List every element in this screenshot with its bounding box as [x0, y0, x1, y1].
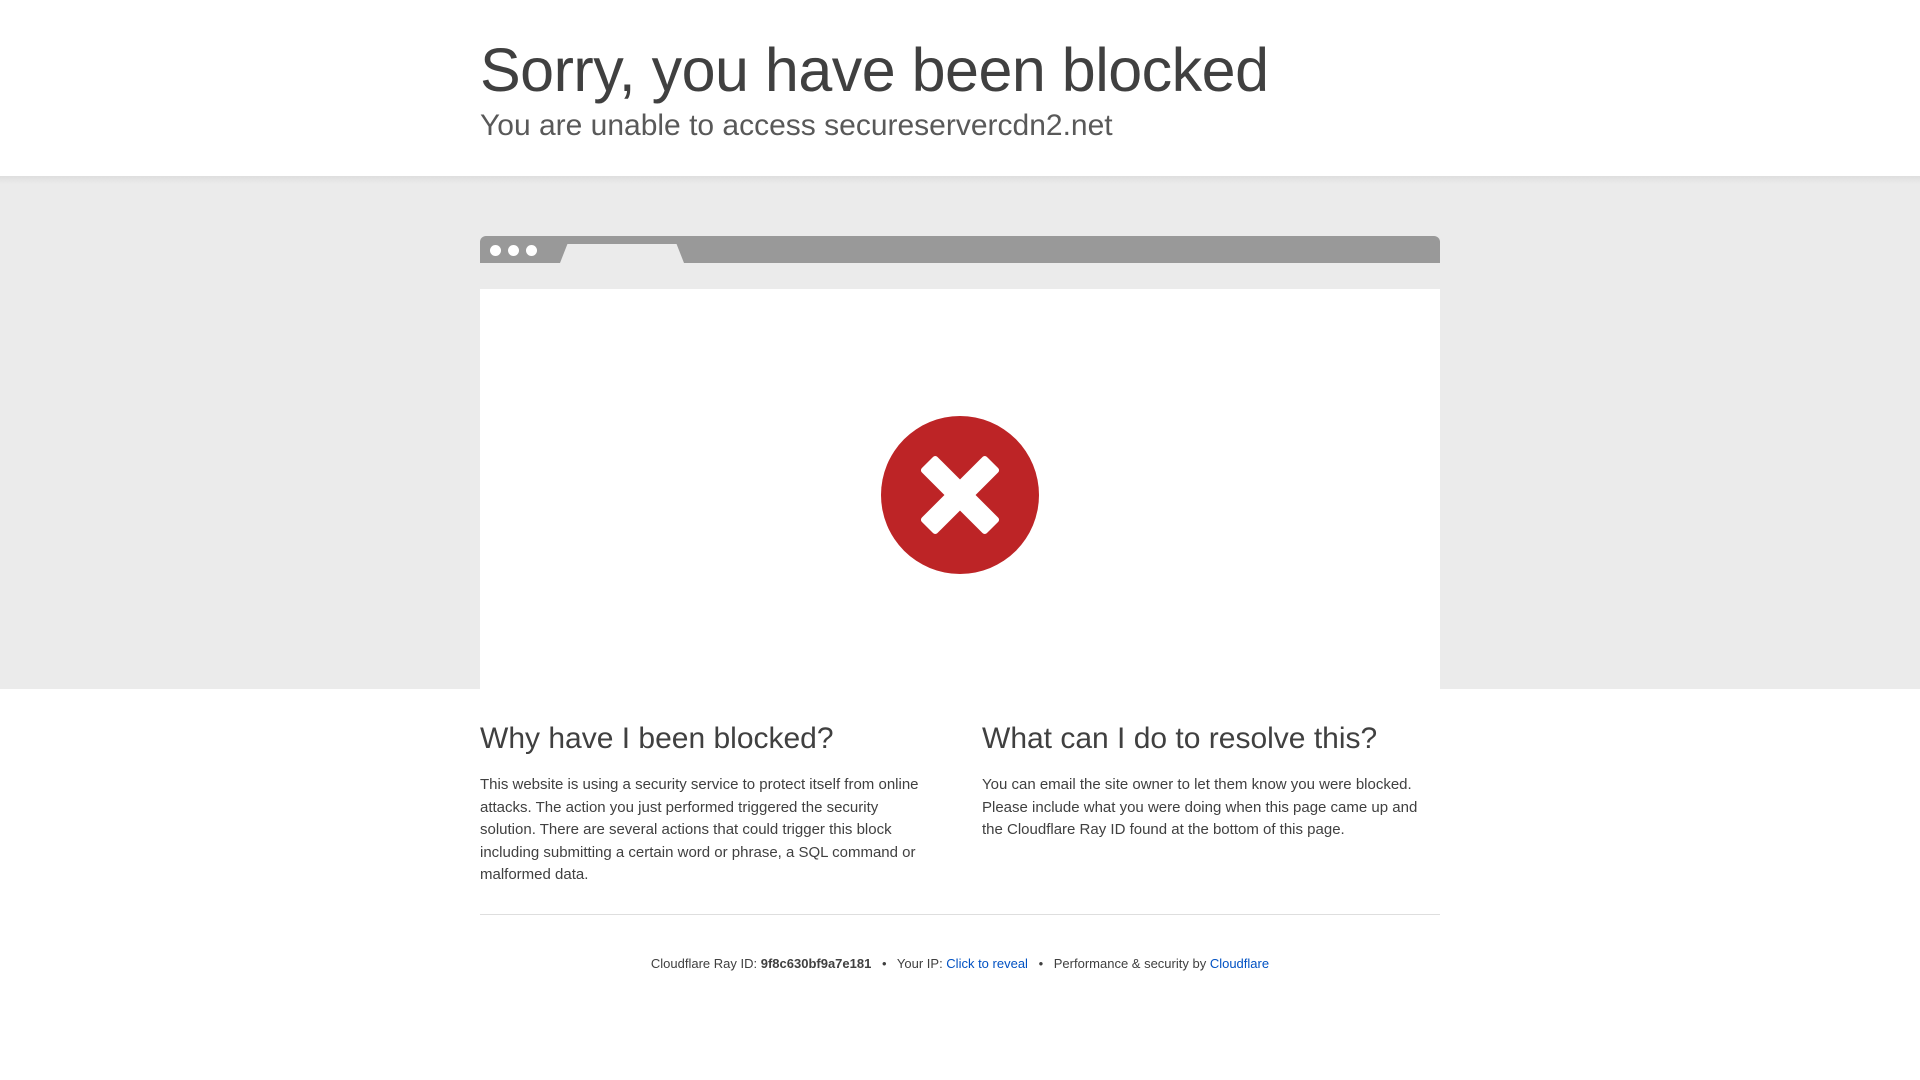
performance-label: Performance & security by — [1053, 956, 1210, 971]
why-blocked-section: Why have I been blocked? This website is… — [480, 712, 938, 887]
footer-divider — [480, 914, 1440, 915]
ray-id-label: Cloudflare Ray ID: — [650, 956, 761, 971]
browser-tab — [560, 244, 684, 263]
cloudflare-link[interactable]: Cloudflare — [1210, 956, 1269, 971]
browser-toolbar — [480, 263, 1440, 289]
window-dot-icon — [508, 245, 519, 256]
why-blocked-text: This website is using a security service… — [480, 776, 919, 883]
resolve-section: What can I do to resolve this? You can e… — [982, 712, 1440, 842]
resolve-heading: What can I do to resolve this? — [982, 722, 1378, 755]
browser-content — [480, 289, 1440, 689]
ip-label: Your IP: — [896, 956, 947, 971]
browser-illustration — [480, 236, 1440, 689]
footer-separator: • — [881, 956, 887, 971]
ray-id-value: 9f8c630bf9a7e181 — [760, 956, 872, 971]
page-subtitle: You are unable to access secureservercdn… — [480, 109, 1113, 142]
why-blocked-heading: Why have I been blocked? — [480, 722, 834, 755]
browser-title-bar — [480, 236, 1440, 263]
footer-separator: • — [1038, 956, 1044, 971]
reveal-ip-link[interactable]: Click to reveal — [946, 956, 1028, 971]
window-dot-icon — [526, 245, 537, 256]
page-header: Sorry, you have been blocked You are una… — [0, 0, 1920, 176]
error-x-icon — [881, 416, 1039, 574]
page-title: Sorry, you have been blocked — [480, 36, 1269, 104]
footer: Cloudflare Ray ID: 9f8c630bf9a7e181 • Yo… — [0, 956, 1920, 971]
window-dot-icon — [490, 245, 501, 256]
resolve-text: You can email the site owner to let them… — [982, 776, 1418, 838]
